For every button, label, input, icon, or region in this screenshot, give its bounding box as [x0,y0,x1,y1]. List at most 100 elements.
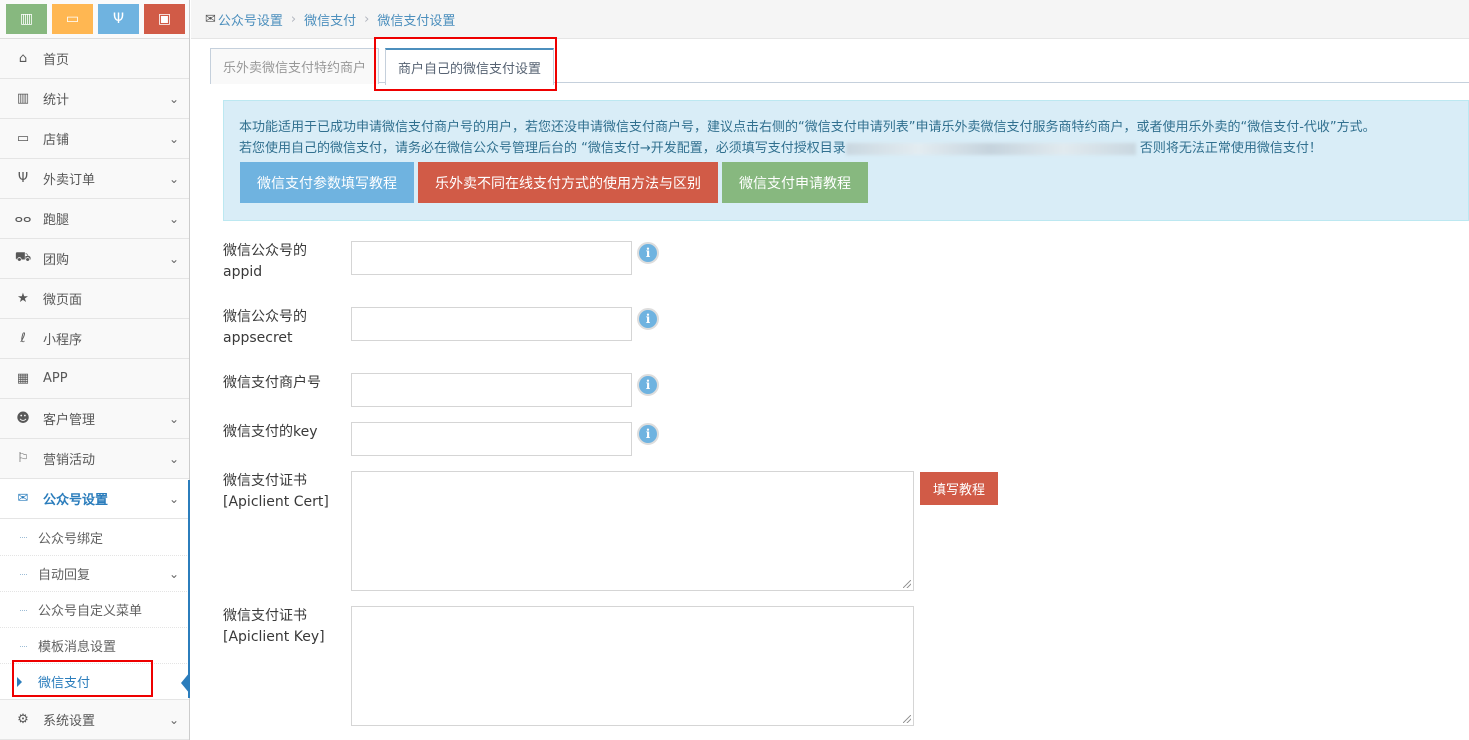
info-icon[interactable]: i [637,242,659,264]
sidebar-item-micropage[interactable]: ★ 微页面 [0,279,189,319]
shortcut-bag-button[interactable]: ▣ [144,4,185,34]
sidebar-item-wechat-settings[interactable]: ✉ 公众号设置 ⌄ [0,479,189,519]
sidebar-nav: ⌂ 首页 ▥ 统计 ⌄ ▭ 店铺 ⌄ Ψ 外卖订单 ⌄ ⴰⴰ 跑腿 ⌄ ⛟ 团购… [0,39,190,740]
apply-tutorial-button[interactable]: 微信支付申请教程 [722,162,868,203]
chevron-down-icon: ⌄ [168,491,180,506]
cert-label: 微信支付证书 [Apiclient Cert] [223,473,329,510]
sidebar-item-label: 团购 [43,253,70,268]
sidebar-item-label: 跑腿 [43,213,70,228]
wechat-icon: ✉ [205,11,216,27]
sidebar-subitem-wechat-pay[interactable]: 微信支付 [0,663,190,699]
users-icon: ☻ [16,411,30,426]
appsecret-input[interactable] [351,307,632,341]
sidebar-item-app[interactable]: ▦ APP [0,359,189,399]
fill-tutorial-button[interactable]: 填写教程 [920,472,998,505]
info-icon[interactable]: i [637,308,659,330]
sidebar-item-label: 小程序 [43,333,83,348]
sidebar-item-stats[interactable]: ▥ 统计 ⌄ [0,79,189,119]
certkey-textarea[interactable] [351,606,914,726]
sidebar-item-label: 统计 [43,93,70,108]
payment-methods-button[interactable]: 乐外卖不同在线支付方式的使用方法与区别 [418,162,718,203]
sidebar-item-store[interactable]: ▭ 店铺 ⌄ [0,119,189,159]
breadcrumb: ✉ 公众号设置 › 微信支付 › 微信支付设置 [191,0,1469,39]
shortcut-stats-button[interactable]: ▥ [6,4,47,34]
mchid-label: 微信支付商户号 [223,375,321,391]
sidebar-subitem-label: 公众号自定义菜单 [38,604,143,619]
shortcut-bar: ▥ ▭ Ψ ▣ [0,0,189,39]
sidebar-item-home[interactable]: ⌂ 首页 [0,39,189,79]
bar-chart-icon: ▥ [16,91,30,106]
resize-handle[interactable] [903,715,911,723]
appid-label: 微信公众号的 appid [223,243,307,280]
sidebar-item-orders[interactable]: Ψ 外卖订单 ⌄ [0,159,189,199]
tab-special-merchant[interactable]: 乐外卖微信支付特约商户 [210,48,380,84]
sidebar-item-label: 客户管理 [43,413,96,428]
alert-text-line: 本功能适用于已成功申请微信支付商户号的用户，若您还没申请微信支付商户号，建议点击… [239,120,1376,135]
cert-textarea[interactable] [351,471,914,591]
sidebar: ▥ ▭ Ψ ▣ ⌂ 首页 ▥ 统计 ⌄ ▭ 店铺 ⌄ Ψ 外卖订单 ⌄ ⴰⴰ 跑… [0,0,190,740]
sidebar-item-label: 公众号设置 [43,493,109,508]
alert-text-line: 若您使用自己的微信支付，请务必在微信公众号管理后台的 “微信支付→开发配置，必须… [239,141,1322,156]
sidebar-item-customers[interactable]: ☻ 客户管理 ⌄ [0,399,189,439]
cutlery-icon: Ψ [17,171,29,186]
breadcrumb-link[interactable]: 微信支付 [304,10,356,29]
certkey-label: 微信支付证书 [Apiclient Key] [223,608,325,645]
main-content: ✉ 公众号设置 › 微信支付 › 微信支付设置 乐外卖微信支付特约商户 商户自己… [191,0,1469,740]
shopping-bag-icon: ▣ [157,11,172,27]
sidebar-subitem-label: 微信支付 [38,676,91,691]
info-icon[interactable]: i [637,423,659,445]
open-menu-bar [188,480,190,698]
grid-icon: ▦ [16,371,30,386]
chevron-down-icon: ⌄ [168,451,180,466]
param-tutorial-button[interactable]: 微信支付参数填写教程 [240,162,414,203]
gear-icon: ⚙ [17,712,29,727]
sidebar-subitem-label: 公众号绑定 [38,531,104,547]
sidebar-item-label: 微页面 [43,293,83,308]
breadcrumb-current: 微信支付设置 [377,13,456,29]
info-alert: 本功能适用于已成功申请微信支付商户号的用户，若您还没申请微信支付商户号，建议点击… [223,100,1469,221]
sidebar-item-miniprogram[interactable]: ℓ 小程序 [0,319,189,359]
sidebar-submenu: 公众号绑定 自动回复 ⌄ 公众号自定义菜单 模板消息设置 微信支付 [0,519,190,700]
sidebar-subitem-label: 自动回复 [38,568,91,583]
home-icon: ⌂ [18,51,28,66]
sidebar-item-groupbuy[interactable]: ⛟ 团购 ⌄ [0,239,189,279]
sidebar-item-marketing[interactable]: ⚐ 营销活动 ⌄ [0,439,189,479]
bar-chart-icon: ▥ [19,11,34,27]
utensils-icon: Ψ [112,11,125,27]
monitor-icon: ▭ [65,11,80,27]
sidebar-item-errand[interactable]: ⴰⴰ 跑腿 ⌄ [0,199,189,239]
sidebar-subitem-label: 模板消息设置 [38,640,117,655]
shortcut-utensils-button[interactable]: Ψ [98,4,139,34]
breadcrumb-link[interactable]: 公众号设置 [218,10,283,29]
mchid-input[interactable] [351,373,632,407]
sidebar-subitem-binding[interactable]: 公众号绑定 [0,519,189,555]
tab-bar: 乐外卖微信支付特约商户 商户自己的微信支付设置 [210,48,1469,85]
sidebar-item-label: 首页 [43,53,70,68]
sidebar-subitem-autoreply[interactable]: 自动回复 ⌄ [0,555,189,591]
breadcrumb-separator: › [364,11,370,27]
tab-own-wechat-pay[interactable]: 商户自己的微信支付设置 [385,48,555,85]
sidebar-item-label: APP [43,371,68,386]
breadcrumb-separator: › [290,11,297,27]
desktop-icon: ▭ [16,131,30,146]
caret-right-icon [17,677,22,687]
flag-icon: ⚐ [17,451,29,466]
redacted-text [845,142,1136,155]
shortcut-monitor-button[interactable]: ▭ [52,4,93,34]
appid-input[interactable] [351,241,632,275]
sidebar-item-label: 营销活动 [43,453,96,468]
chevron-down-icon: ⌄ [168,411,180,426]
sidebar-subitem-template-msg[interactable]: 模板消息设置 [0,627,189,663]
chevron-down-icon: ⌄ [168,712,180,727]
resize-handle[interactable] [903,580,911,588]
key-input[interactable] [351,422,632,456]
wechat-icon: ✉ [17,491,29,506]
sidebar-subitem-custom-menu[interactable]: 公众号自定义菜单 [0,591,189,627]
key-label: 微信支付的key [223,424,318,440]
info-icon[interactable]: i [637,374,659,396]
alert-button-row: 微信支付参数填写教程 乐外卖不同在线支付方式的使用方法与区别 微信支付申请教程 [240,162,1468,203]
chevron-down-icon: ⌄ [168,131,180,146]
sidebar-item-system-settings[interactable]: ⚙ 系统设置 ⌄ [0,700,189,740]
chevron-down-icon: ⌄ [168,251,180,266]
chevron-down-icon: ⌄ [168,171,180,186]
